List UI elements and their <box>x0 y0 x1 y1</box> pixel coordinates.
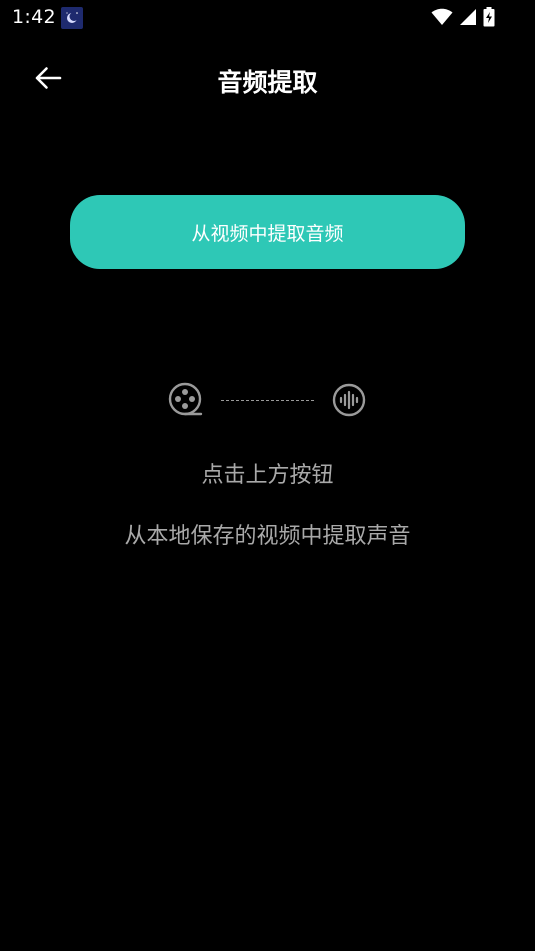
battery-charging-icon <box>483 7 495 27</box>
status-icons <box>431 7 495 27</box>
hint-primary-text: 点击上方按钮 <box>201 463 334 488</box>
cell-signal-icon <box>459 8 477 26</box>
moon-app-icon <box>61 7 83 29</box>
status-time: 1:42 <box>12 6 56 28</box>
top-app-bar: 音频提取 <box>0 52 535 108</box>
video-to-audio-illustration <box>0 382 535 418</box>
connector-dashed-line <box>221 400 314 401</box>
hint-secondary-text: 从本地保存的视频中提取声音 <box>124 524 411 549</box>
film-reel-icon <box>168 382 204 422</box>
extract-audio-button[interactable]: 从视频中提取音频 <box>70 195 465 269</box>
page-title: 音频提取 <box>217 68 318 97</box>
sound-wave-icon <box>332 383 366 421</box>
status-bar: 1:42 <box>0 0 535 36</box>
wifi-icon <box>431 8 453 26</box>
